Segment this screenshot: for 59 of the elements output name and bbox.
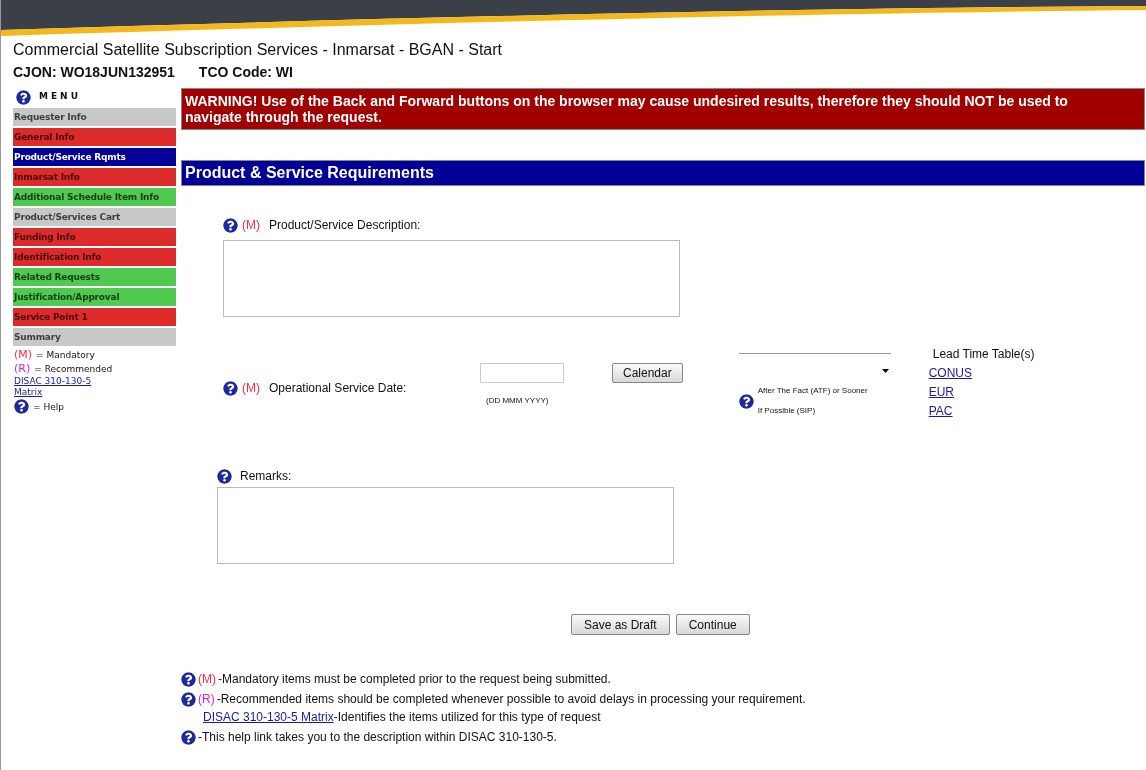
date-format-hint: (DD MMM YYYY) bbox=[486, 395, 550, 407]
tco-code-label: TCO Code: WI bbox=[198, 63, 293, 82]
menu-item[interactable]: Requester Info bbox=[13, 108, 176, 126]
matrix-link[interactable]: DISAC 310-130-5 Matrix bbox=[203, 709, 334, 725]
field-label: Remarks: bbox=[240, 468, 292, 485]
form-button[interactable]: Save as Draft bbox=[571, 614, 670, 635]
lead-time-link[interactable]: PAC bbox=[928, 402, 1035, 420]
help-icon[interactable] bbox=[738, 393, 754, 409]
help-icon[interactable] bbox=[217, 468, 232, 484]
field-label: Operational Service Date: bbox=[269, 380, 407, 397]
menu-item[interactable]: Summary bbox=[13, 328, 176, 346]
section-header: Product & Service Requirements bbox=[181, 160, 1145, 186]
note-text: -This help link takes you to the description within DISAC 310-130-5. bbox=[198, 729, 557, 745]
note-text: -Recommended items should be completed whenever possible to avoid delays in processing your requirement. bbox=[216, 691, 806, 707]
help-icon[interactable] bbox=[181, 691, 196, 707]
menu-item[interactable]: Product/Services Cart bbox=[13, 208, 176, 226]
help-icon[interactable] bbox=[14, 399, 29, 414]
menu-item[interactable]: General Info bbox=[13, 128, 176, 146]
menu-title: MENU bbox=[39, 90, 81, 104]
note-text: -Identifies the items utilized for this type of request bbox=[333, 709, 601, 725]
cjon-label: CJON: WO18JUN132951 bbox=[13, 63, 175, 82]
menu-item[interactable]: Inmarsat Info bbox=[13, 168, 176, 186]
menu-item[interactable]: Product/Service Rqmts bbox=[13, 148, 176, 166]
date-input[interactable] bbox=[480, 363, 564, 383]
remarks-field[interactable] bbox=[217, 487, 674, 564]
menu-item[interactable]: Service Point 1 bbox=[13, 308, 176, 326]
field-label: Product/Service Description: bbox=[269, 217, 421, 234]
mandatory-mark: (M) bbox=[242, 217, 260, 234]
form-button[interactable]: Continue bbox=[675, 614, 750, 635]
help-icon[interactable] bbox=[181, 671, 196, 687]
timing-select[interactable] bbox=[738, 353, 891, 373]
mandatory-mark: (M) bbox=[242, 380, 260, 397]
calendar-button[interactable]: Calendar bbox=[612, 363, 683, 383]
note-text: -Mandatory items must be completed prior to the request being submitted. bbox=[218, 671, 611, 687]
warning-banner: WARNING! Use of the Back and Forward buttons on the browser may cause undesired results, therefore they should NOT be used to navigate through the request. bbox=[181, 88, 1145, 130]
menu-item[interactable]: Additional Schedule Item Info bbox=[13, 188, 176, 206]
help-icon[interactable] bbox=[181, 729, 196, 745]
lead-time-link[interactable]: CONUS bbox=[928, 364, 1035, 382]
atf-note: After The Fact (ATF) or Sooner If Possible (SIP) bbox=[757, 385, 868, 417]
help-icon[interactable] bbox=[223, 217, 238, 233]
legend-text: = Recommended bbox=[34, 363, 113, 376]
matrix-link[interactable]: DISAC 310-130-5 Matrix bbox=[14, 376, 114, 398]
caret-icon bbox=[881, 369, 889, 373]
legend-text: = Mandatory bbox=[36, 349, 95, 362]
lead-time-title: Lead Time Table(s) bbox=[932, 346, 1035, 363]
note-mark: (R) bbox=[198, 691, 215, 707]
help-icon[interactable] bbox=[16, 89, 31, 105]
description-field[interactable] bbox=[223, 240, 680, 317]
legend-text: = Help bbox=[33, 400, 64, 414]
mandatory-mark: (M) bbox=[14, 348, 33, 362]
note-mark: (M) bbox=[198, 671, 216, 687]
help-icon[interactable] bbox=[223, 380, 238, 396]
menu-item[interactable]: Justification/Approval bbox=[13, 288, 176, 306]
page-title: Commercial Satellite Subscription Services - Inmarsat - BGAN - Start bbox=[13, 40, 504, 60]
recommended-mark: (R) bbox=[14, 362, 31, 376]
menu-item[interactable]: Related Requests bbox=[13, 268, 176, 286]
menu-item[interactable]: Funding Info bbox=[13, 228, 176, 246]
menu-item[interactable]: Identification Info bbox=[13, 248, 176, 266]
lead-time-link[interactable]: EUR bbox=[928, 383, 1035, 401]
